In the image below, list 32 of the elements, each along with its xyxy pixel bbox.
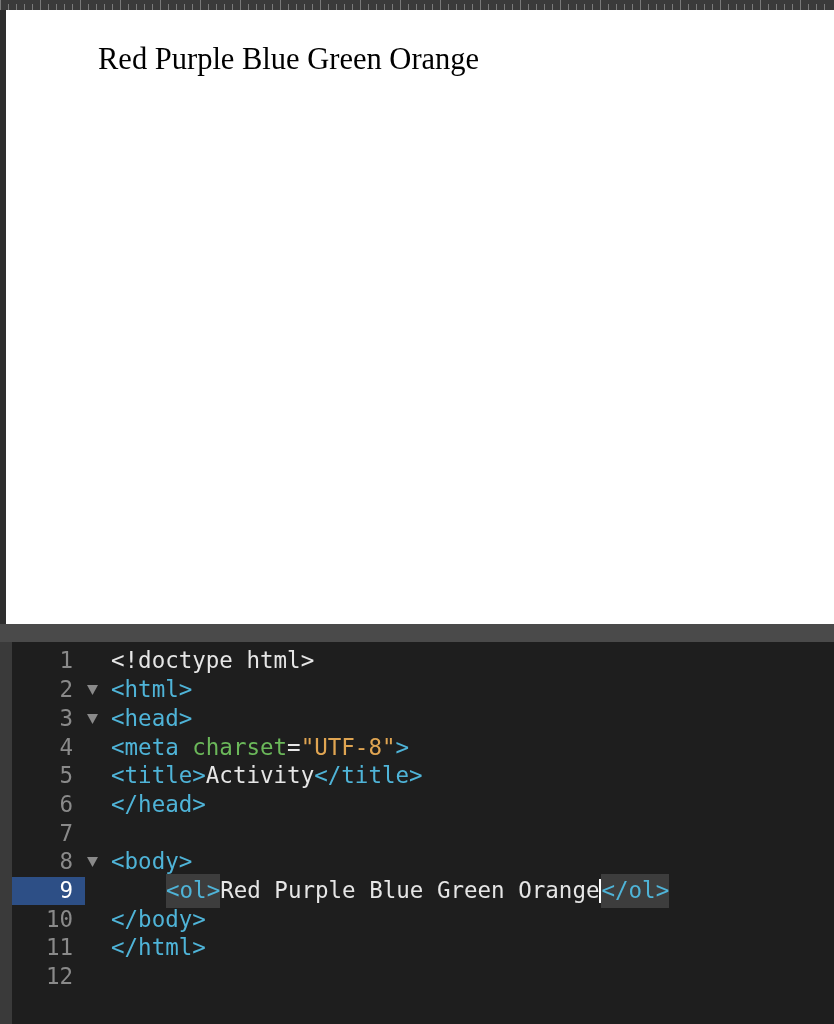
line-number: 12: [45, 962, 73, 992]
preview-text: Red Purple Blue Green Orange: [98, 42, 480, 76]
line-number: 7: [59, 818, 73, 848]
fold-triangle-icon[interactable]: [87, 857, 98, 868]
code-token: </head>: [111, 789, 206, 819]
code-token: Activity: [205, 761, 315, 791]
line-number: 4: [59, 732, 73, 762]
line-number: 10: [45, 904, 73, 934]
line-number: 8: [59, 847, 73, 877]
code-token: <title>: [111, 761, 206, 791]
code-token: >: [395, 732, 410, 762]
code-token: <html>: [111, 675, 193, 705]
line-number: 5: [59, 761, 73, 791]
code-token: <head>: [111, 703, 193, 733]
line-number: 1: [59, 646, 73, 676]
code-token: "UTF-8": [300, 732, 396, 762]
code-token: </ol>: [601, 873, 670, 908]
code-token: <ol>: [166, 873, 221, 908]
code-token: <!doctype html>: [111, 646, 315, 676]
line-number: 3: [59, 703, 73, 733]
line-number: 2: [59, 675, 73, 705]
line-number: 6: [59, 789, 73, 819]
code-token: Red Purple Blue Green Orange: [220, 875, 600, 905]
code-token: <meta: [111, 732, 180, 762]
line-number: 9: [59, 875, 73, 905]
code-token: charset: [192, 732, 288, 762]
code-token: =: [287, 732, 301, 762]
fold-triangle-icon[interactable]: [87, 713, 98, 724]
fold-triangle-icon[interactable]: [87, 685, 98, 696]
code-token: </html>: [111, 933, 206, 963]
code-token: </title>: [314, 761, 423, 791]
line-number: 11: [45, 933, 73, 963]
